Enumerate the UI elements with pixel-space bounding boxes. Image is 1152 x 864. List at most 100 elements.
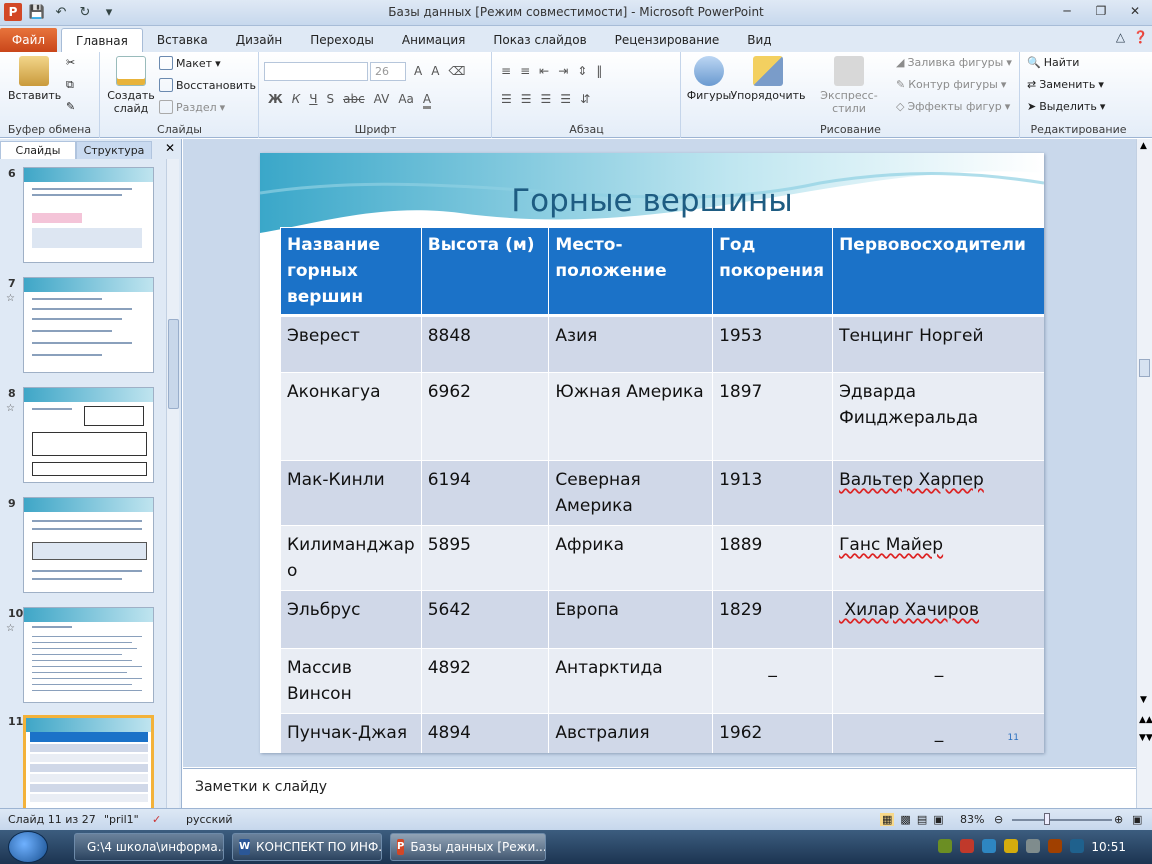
tab-home[interactable]: Главная [61,28,143,52]
select-button[interactable]: ➤ Выделить ▾ [1027,100,1105,113]
tab-file[interactable]: Файл [0,28,57,52]
normal-view-icon[interactable]: ▦ [880,813,895,826]
zoom-slider[interactable] [1012,819,1112,821]
tab-design[interactable]: Дизайн [222,28,297,52]
shadow-button[interactable]: S [326,92,334,109]
fit-window-icon[interactable]: ▣ [1132,813,1142,826]
header-name[interactable]: Название горных вершин [280,227,422,317]
table-cell[interactable]: 6194 [420,460,550,526]
font-color-button[interactable]: A [422,92,432,109]
language-indicator[interactable]: русский [186,813,233,826]
header-location[interactable]: Место- положение [548,227,714,317]
table-cell[interactable]: Эдварда Фицджеральда [832,372,1044,461]
table-cell[interactable]: 5642 [420,590,550,649]
align-left-icon[interactable]: ☰ [501,92,512,106]
cut-icon[interactable]: ✂ [66,56,75,69]
tab-insert[interactable]: Вставка [143,28,222,52]
table-cell[interactable]: 4892 [420,648,550,714]
table-cell[interactable]: Хилар Хачиров [832,590,1044,649]
align-right-icon[interactable]: ☰ [541,92,552,106]
table-cell[interactable]: Северная Америка [548,460,714,526]
minimize-ribbon-icon[interactable]: △ [1116,30,1125,44]
slide-sorter-icon[interactable]: ▩ [900,813,910,826]
tab-outline[interactable]: Структура [76,141,152,159]
tab-slides[interactable]: Слайды [0,141,76,159]
shapes-button[interactable]: Фигуры [686,56,732,102]
grow-font-icon[interactable]: A [414,64,422,78]
paste-button[interactable]: Вставить [8,56,61,102]
table-cell[interactable]: _ [832,648,1044,714]
tab-slideshow[interactable]: Показ слайдов [479,28,600,52]
slide-vertical-scrollbar[interactable]: ▲ ▼ ▲▲ ▼▼ [1136,139,1152,808]
table-cell[interactable]: Эльбрус [280,590,422,649]
table-cell[interactable]: Африка [548,525,714,591]
tab-transitions[interactable]: Переходы [296,28,388,52]
slideshow-icon[interactable]: ▣ [933,813,943,826]
next-slide-icon[interactable]: ▼▼ [1139,733,1152,743]
tab-review[interactable]: Рецензирование [601,28,734,52]
shape-effects-button[interactable]: ◇ Эффекты фигур ▾ [896,100,1010,113]
find-button[interactable]: 🔍 Найти [1027,56,1079,69]
tray-language-icon[interactable] [1070,839,1084,853]
table-cell[interactable]: 5895 [420,525,550,591]
zoom-slider-thumb[interactable] [1044,813,1050,825]
tab-view[interactable]: Вид [733,28,785,52]
table-cell[interactable]: Тенцинг Норгей [832,315,1044,373]
tray-power-icon[interactable] [1048,839,1062,853]
tray-flag-icon[interactable] [1004,839,1018,853]
close-button[interactable]: ✕ [1118,0,1152,22]
shape-fill-button[interactable]: ◢ Заливка фигуры ▾ [896,56,1012,69]
char-spacing-button[interactable]: AV [374,92,390,109]
table-cell[interactable]: Массив Винсон [280,648,422,714]
table-cell[interactable]: 4894 [420,713,550,753]
table-cell[interactable]: Южная Америка [548,372,714,461]
help-icon[interactable]: ❓ [1133,30,1148,44]
scroll-up-icon[interactable]: ▲ [1140,141,1147,151]
zoom-in-icon[interactable]: ⊕ [1114,813,1123,826]
zoom-out-icon[interactable]: ⊖ [994,813,1003,826]
table-cell[interactable]: 8848 [420,315,550,373]
table-cell[interactable]: Мак-Кинли [280,460,422,526]
table-cell[interactable]: Пунчак-Джая [280,713,422,753]
table-cell[interactable]: Эверест [280,315,422,373]
slide-canvas[interactable]: Горные вершины Название горных вершин Вы… [260,153,1044,753]
slide-title[interactable]: Горные вершины [260,183,1044,219]
table-cell[interactable]: Ганс Майер [832,525,1044,591]
align-center-icon[interactable]: ☰ [521,92,532,106]
table-cell[interactable]: Азия [548,315,714,373]
replace-button[interactable]: ⇄ Заменить ▾ [1027,78,1104,91]
header-first-climbers[interactable]: Первовосходители [832,227,1044,317]
text-direction-icon[interactable]: ⇵ [580,92,590,106]
table-cell[interactable]: 1889 [712,525,834,591]
table-cell[interactable]: 1962 [712,713,834,753]
numbering-icon[interactable]: ≡ [520,64,530,78]
notes-pane[interactable]: Заметки к слайду [183,768,1136,808]
table-cell[interactable]: Килиманджаро [280,525,422,591]
spellcheck-icon[interactable]: ✓ [152,813,161,826]
reset-button[interactable]: Восстановить [159,78,256,92]
table-cell[interactable]: Австралия [548,713,714,753]
peaks-table[interactable]: Название горных вершин Высота (м) Место-… [280,227,1044,753]
clear-format-icon[interactable]: ⌫ [448,64,465,78]
scrollbar-thumb[interactable] [168,319,179,409]
table-cell[interactable]: Европа [548,590,714,649]
tray-antivirus-icon[interactable] [960,839,974,853]
bullets-icon[interactable]: ≡ [501,64,511,78]
zoom-level[interactable]: 83% [960,813,984,826]
quick-styles-button[interactable]: Экспресс-стили [808,56,890,115]
font-size-field[interactable]: 26 [370,62,406,81]
start-button[interactable] [8,831,48,863]
underline-button[interactable]: Ч [309,92,317,109]
table-cell[interactable]: Вальтер Харпер [832,460,1044,526]
layout-button[interactable]: Макет ▾ [159,56,221,70]
scrollbar-thumb[interactable] [1139,359,1150,377]
section-button[interactable]: Раздел ▾ [159,100,225,114]
arrange-button[interactable]: Упорядочить [730,56,806,102]
justify-icon[interactable]: ☰ [560,92,571,106]
tray-volume-icon[interactable] [1026,839,1040,853]
reading-view-icon[interactable]: ▤ [917,813,927,826]
tray-network-icon[interactable] [982,839,996,853]
thumbnails-scrollbar[interactable] [166,159,179,808]
taskbar-word[interactable]: W КОНСПЕКТ ПО ИНФ... [232,833,382,861]
header-year[interactable]: Год покорения [712,227,834,317]
